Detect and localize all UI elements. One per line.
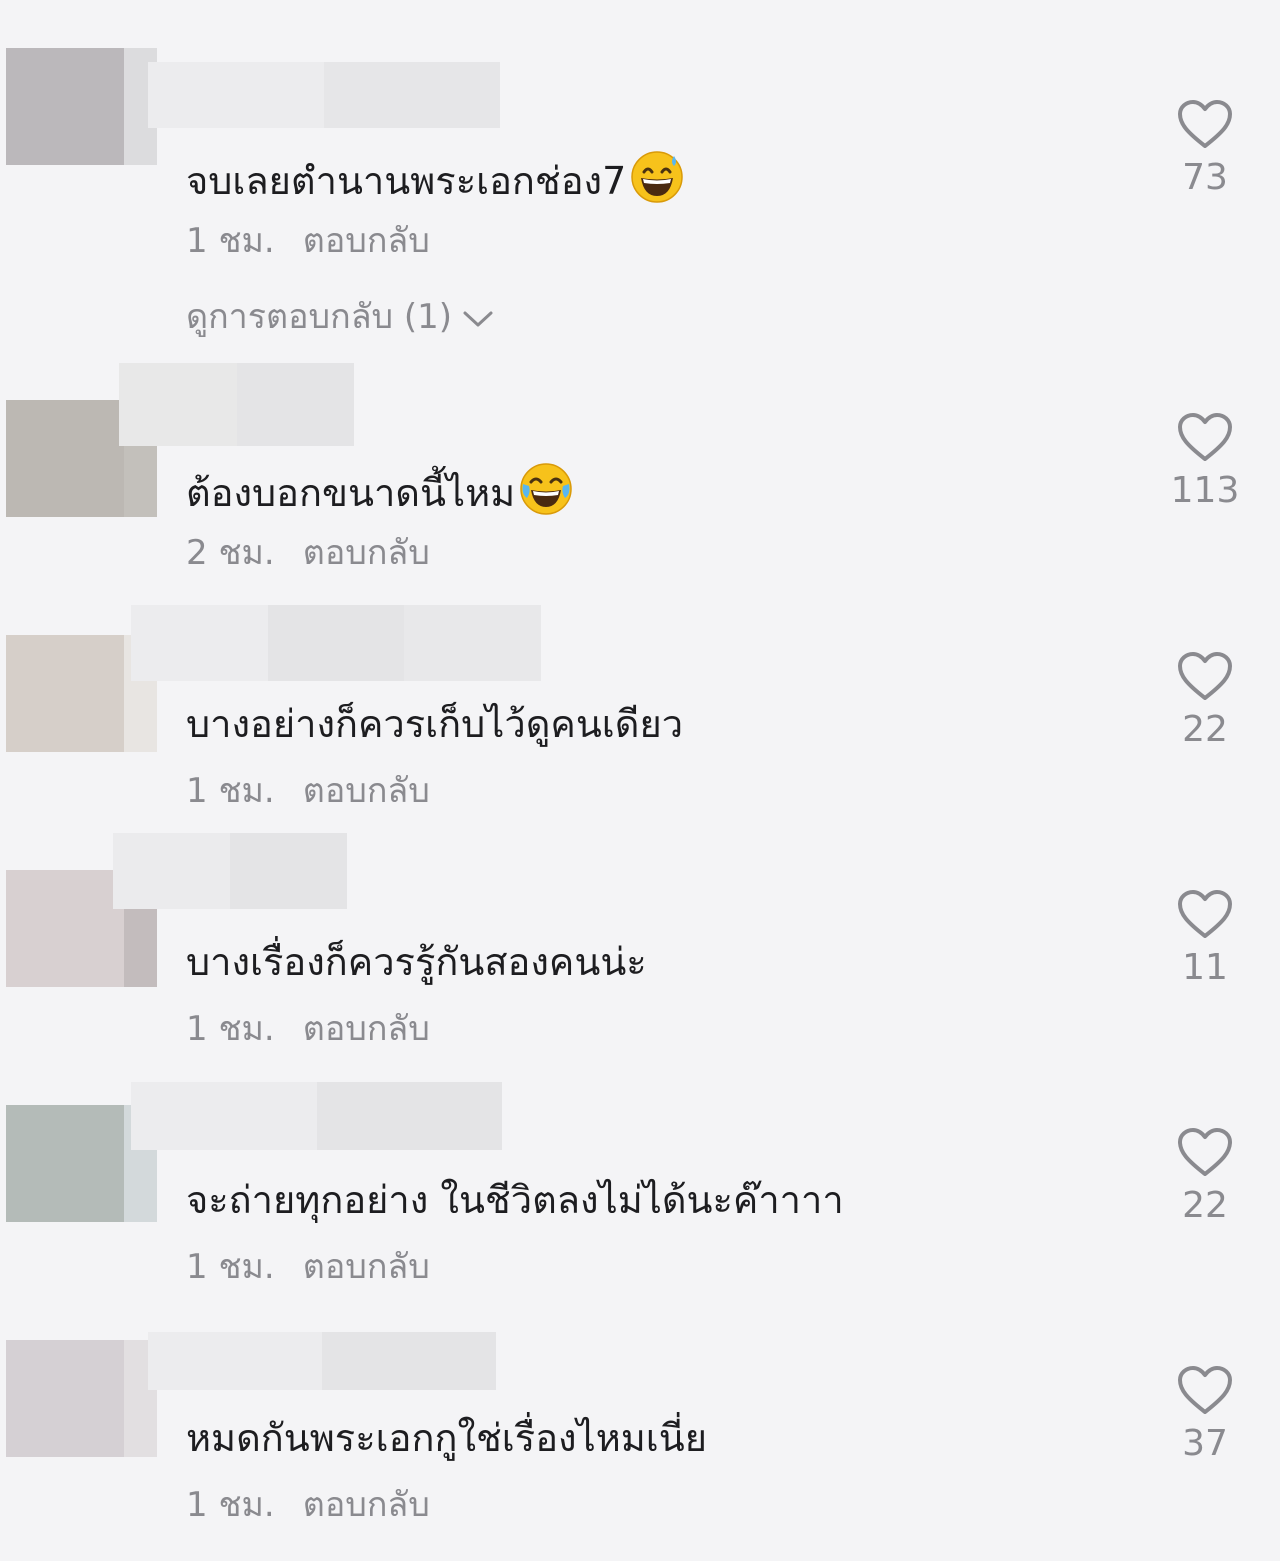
comment-meta: 1 ชม. ตอบกลับ [186, 770, 430, 812]
heart-outline-icon [1178, 100, 1232, 148]
username-blurred[interactable] [148, 62, 500, 128]
reply-button[interactable]: ตอบกลับ [303, 1485, 430, 1525]
comment-time: 1 ชม. [186, 1485, 275, 1525]
grinning-face-with-sweat-icon [630, 150, 684, 204]
comment-meta: 1 ชม. ตอบกลับ [186, 1484, 430, 1526]
reply-button[interactable]: ตอบกลับ [303, 1247, 430, 1287]
view-replies-button[interactable]: ดูการตอบกลับ (1) [186, 296, 494, 338]
username-blurred[interactable] [131, 1082, 502, 1150]
like-count: 113 [1170, 470, 1240, 511]
heart-outline-icon [1178, 1128, 1232, 1176]
comment-meta: 1 ชม. ตอบกลับ [186, 220, 430, 262]
like-button[interactable]: 37 [1165, 1366, 1245, 1464]
heart-outline-icon [1178, 652, 1232, 700]
comment-time: 1 ชม. [186, 771, 275, 811]
like-button[interactable]: 11 [1165, 890, 1245, 988]
like-button[interactable]: 22 [1165, 652, 1245, 750]
comment-text: บางเรื่องก็ควรรู้กันสองคนน่ะ [186, 940, 647, 984]
comment-time: 1 ชม. [186, 221, 275, 261]
comment-text: บางอย่างก็ควรเก็บไว้ดูคนเดียว [186, 702, 684, 746]
comment-text: หมดกันพระเอกกูใช่เรื่องไหมเนี่ย [186, 1416, 708, 1460]
like-count: 22 [1182, 709, 1228, 750]
heart-outline-icon [1178, 413, 1232, 461]
reply-button[interactable]: ตอบกลับ [303, 533, 430, 573]
like-button[interactable]: 113 [1165, 413, 1245, 511]
heart-outline-icon [1178, 1366, 1232, 1414]
comment-time: 1 ชม. [186, 1247, 275, 1287]
username-blurred[interactable] [119, 363, 354, 446]
comment-time: 1 ชม. [186, 1009, 275, 1049]
avatar[interactable] [6, 1340, 157, 1457]
view-replies-label: ดูการตอบกลับ (1) [186, 297, 453, 337]
like-button[interactable]: 22 [1165, 1128, 1245, 1226]
username-blurred[interactable] [113, 833, 347, 909]
comment-meta: 2 ชม. ตอบกลับ [186, 532, 430, 574]
like-count: 37 [1182, 1423, 1228, 1464]
like-count: 11 [1182, 947, 1228, 988]
face-with-tears-of-joy-icon [519, 462, 573, 516]
comment-time: 2 ชม. [186, 533, 275, 573]
username-blurred[interactable] [148, 1332, 496, 1390]
like-count: 22 [1182, 1185, 1228, 1226]
reply-button[interactable]: ตอบกลับ [303, 1009, 430, 1049]
username-blurred[interactable] [131, 605, 541, 681]
comment-meta: 1 ชม. ตอบกลับ [186, 1246, 430, 1288]
comment-text: จบเลยตำนานพระเอกช่อง7 [186, 150, 684, 205]
comment-text: จะถ่ายทุกอย่าง ในชีวิตลงไม่ได้นะค๊าาาา [186, 1178, 844, 1222]
avatar[interactable] [6, 48, 157, 165]
chevron-down-icon [463, 311, 493, 326]
heart-outline-icon [1178, 890, 1232, 938]
comment-text: ต้องบอกขนาดนี้ไหม [186, 462, 573, 517]
comment-meta: 1 ชม. ตอบกลับ [186, 1008, 430, 1050]
like-count: 73 [1182, 157, 1228, 198]
reply-button[interactable]: ตอบกลับ [303, 221, 430, 261]
like-button[interactable]: 73 [1165, 100, 1245, 198]
reply-button[interactable]: ตอบกลับ [303, 771, 430, 811]
